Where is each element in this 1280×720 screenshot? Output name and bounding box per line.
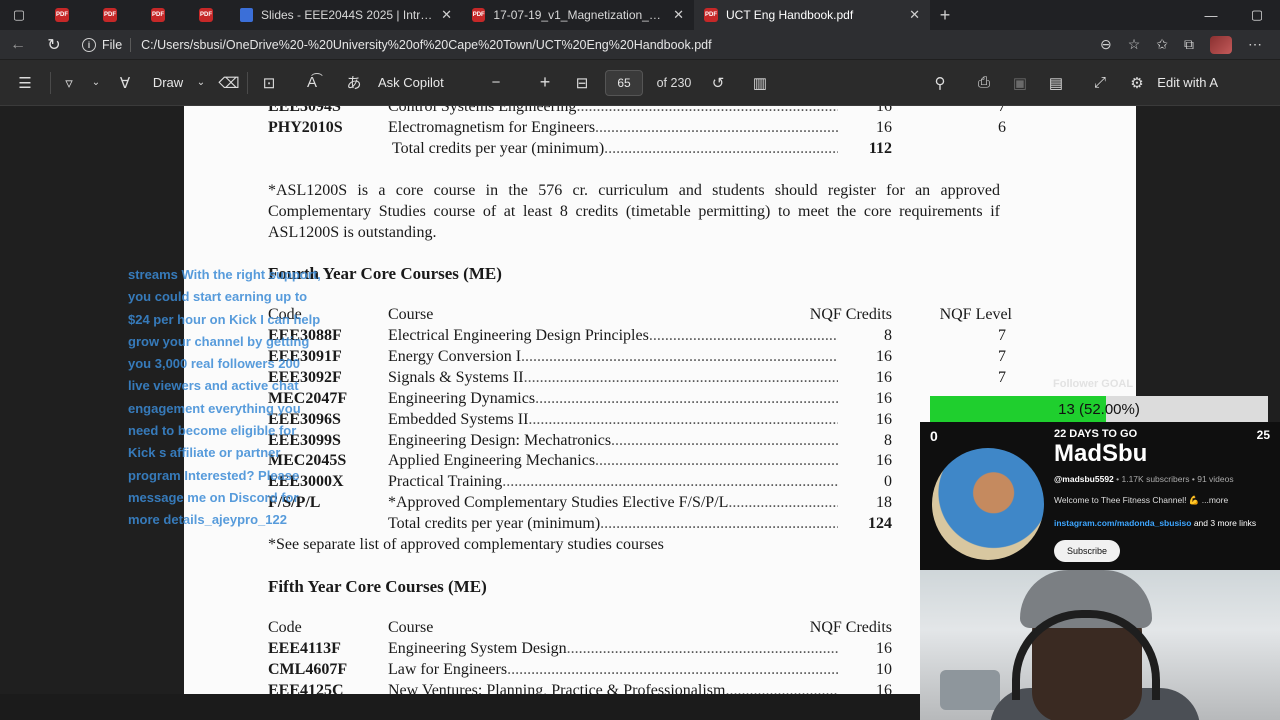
maximize-icon[interactable]: ▢ bbox=[1234, 0, 1280, 30]
tab-title: UCT Eng Handbook.pdf bbox=[726, 8, 854, 22]
back-icon[interactable]: ← bbox=[0, 30, 36, 59]
chat-overlay-message: streams With the right support, you coul… bbox=[128, 267, 321, 528]
browser-tab-strip: ▢ PDF PDF PDF PDF Slides - EEE2044S 2025… bbox=[0, 0, 1280, 30]
highlight-icon[interactable]: ▿ bbox=[51, 60, 87, 106]
address-actions: ⊖ ☆ ✩ ⧉ ⋯ bbox=[1100, 30, 1262, 59]
rotate-icon[interactable]: ↺ bbox=[702, 60, 734, 106]
ask-copilot-button[interactable]: Ask Copilot bbox=[374, 60, 464, 106]
channel-card: 0 22 DAYS TO GO 25 MadSbu @madsbu5592 • … bbox=[920, 422, 1280, 570]
subscribe-button[interactable]: Subscribe bbox=[1054, 540, 1120, 562]
pinned-tab-pdf-4[interactable]: PDF bbox=[182, 0, 230, 30]
eraser-icon[interactable]: ⌫ bbox=[211, 60, 247, 106]
pdf-toolbar: ☰ ▿ ⌄ ∀ Draw ⌄ ⌫ ⊡ A͡ あ Ask Copilot − + … bbox=[0, 60, 1280, 106]
fit-page-icon[interactable]: ⊟ bbox=[562, 60, 602, 106]
new-tab-button[interactable]: + bbox=[930, 0, 960, 30]
see-note: *See separate list of approved complemen… bbox=[268, 536, 664, 553]
goal-max: 25 bbox=[1256, 428, 1270, 442]
tab-actions-icon[interactable]: ▢ bbox=[0, 0, 38, 30]
channel-avatar bbox=[932, 448, 1044, 560]
url-text[interactable]: C:/Users/sbusi/OneDrive%20-%20University… bbox=[141, 38, 711, 52]
tab-title: 17-07-19_v1_Magnetization_Hyst bbox=[493, 8, 666, 22]
goal-days-left: 22 DAYS TO GO bbox=[1054, 428, 1138, 440]
address-bar-row: ← ↻ i File C:/Users/sbusi/OneDrive%20-%2… bbox=[0, 30, 1280, 59]
channel-name: MadSbu bbox=[1054, 440, 1148, 467]
webcam-background-object bbox=[940, 670, 1000, 710]
page-view-icon[interactable]: ▥ bbox=[734, 60, 786, 106]
pdf-icon: PDF bbox=[199, 8, 213, 22]
goal-progress-text: 13 (52.00%) bbox=[1058, 401, 1140, 418]
page-total: of 230 bbox=[656, 75, 692, 90]
text-box-icon[interactable]: ⊡ bbox=[248, 60, 290, 106]
tab-handbook[interactable]: PDF UCT Eng Handbook.pdf ✕ bbox=[694, 0, 930, 30]
pdf-icon: PDF bbox=[472, 8, 486, 22]
page-number-wrap: 65 bbox=[602, 60, 646, 106]
more-icon[interactable]: ⋯ bbox=[1248, 36, 1262, 53]
pinned-tab-pdf-3[interactable]: PDF bbox=[134, 0, 182, 30]
zoom-in-icon[interactable]: + bbox=[528, 60, 562, 106]
url-scheme: File bbox=[102, 37, 132, 52]
page-number-input[interactable]: 65 bbox=[605, 69, 643, 96]
close-icon[interactable]: ✕ bbox=[441, 7, 452, 23]
pdf-icon: PDF bbox=[55, 8, 69, 22]
favorites-icon[interactable]: ✩ bbox=[1156, 36, 1168, 53]
pop-out-icon[interactable]: ⤢ bbox=[1078, 60, 1122, 106]
close-icon[interactable]: ✕ bbox=[909, 7, 920, 23]
pinned-tab-pdf-1[interactable]: PDF bbox=[38, 0, 86, 30]
pdf-icon: PDF bbox=[151, 8, 165, 22]
info-icon[interactable]: i bbox=[82, 37, 96, 52]
minimize-icon[interactable]: — bbox=[1188, 0, 1234, 30]
channel-meta: @madsbu5592 • 1.17K subscribers • 91 vid… bbox=[1054, 474, 1234, 484]
close-icon[interactable]: ✕ bbox=[673, 7, 684, 23]
webcam-feed bbox=[920, 570, 1280, 720]
translate-icon[interactable]: あ bbox=[334, 60, 374, 106]
slides-icon bbox=[240, 8, 253, 22]
settings-icon[interactable]: ⚙ bbox=[1122, 60, 1152, 106]
search-icon[interactable]: ⚲ bbox=[918, 60, 962, 106]
chevron-down-icon[interactable]: ⌄ bbox=[87, 60, 105, 106]
channel-description: Welcome to Thee Fitness Channel! 💪 ...mo… bbox=[1054, 495, 1229, 505]
print-icon[interactable]: ⎙ bbox=[962, 60, 1006, 106]
draw-icon[interactable]: ∀ bbox=[105, 60, 145, 106]
zoom-out-icon[interactable]: − bbox=[464, 60, 528, 106]
section-title-fifth-year: Fifth Year Core Courses (ME) bbox=[268, 577, 487, 596]
goal-progress-bar: 13 (52.00%) bbox=[930, 396, 1268, 424]
tab-magnetization[interactable]: PDF 17-07-19_v1_Magnetization_Hyst ✕ bbox=[462, 0, 694, 30]
channel-link[interactable]: instagram.com/madonda_sbusiso and 3 more… bbox=[1054, 518, 1256, 528]
status-strip bbox=[0, 694, 920, 720]
profile-avatar[interactable] bbox=[1210, 35, 1232, 54]
goal-min: 0 bbox=[930, 428, 938, 444]
collections-icon[interactable]: ⧉ bbox=[1184, 36, 1194, 53]
save-icon[interactable]: ▣ bbox=[1006, 60, 1034, 106]
address-bar[interactable]: i File C:/Users/sbusi/OneDrive%20-%20Uni… bbox=[82, 32, 1182, 57]
contents-icon[interactable]: ☰ bbox=[0, 60, 50, 106]
tab-slides[interactable]: Slides - EEE2044S 2025 | Introduc ✕ bbox=[230, 0, 462, 30]
tab-title: Slides - EEE2044S 2025 | Introduc bbox=[261, 8, 434, 22]
pdf-icon: PDF bbox=[704, 8, 718, 22]
favorite-star-icon[interactable]: ☆ bbox=[1128, 36, 1141, 53]
window-controls: — ▢ bbox=[1188, 0, 1280, 30]
pdf-icon: PDF bbox=[103, 8, 117, 22]
chevron-down-icon[interactable]: ⌄ bbox=[191, 60, 211, 106]
read-aloud-icon[interactable]: A͡ bbox=[290, 60, 334, 106]
pinned-tab-pdf-2[interactable]: PDF bbox=[86, 0, 134, 30]
note-paragraph: *ASL1200S is a core course in the 576 cr… bbox=[268, 182, 1000, 241]
follower-goal-widget: Follower GOAL 13 (52.00%) 0 22 DAYS TO G… bbox=[920, 378, 1280, 570]
goal-title: Follower GOAL bbox=[1053, 378, 1134, 390]
zoom-icon[interactable]: ⊖ bbox=[1100, 36, 1112, 53]
save-as-icon[interactable]: ▤ bbox=[1034, 60, 1078, 106]
refresh-icon[interactable]: ↻ bbox=[36, 30, 72, 59]
edit-with-button[interactable]: Edit with A bbox=[1152, 60, 1218, 106]
draw-button[interactable]: Draw bbox=[145, 60, 191, 106]
